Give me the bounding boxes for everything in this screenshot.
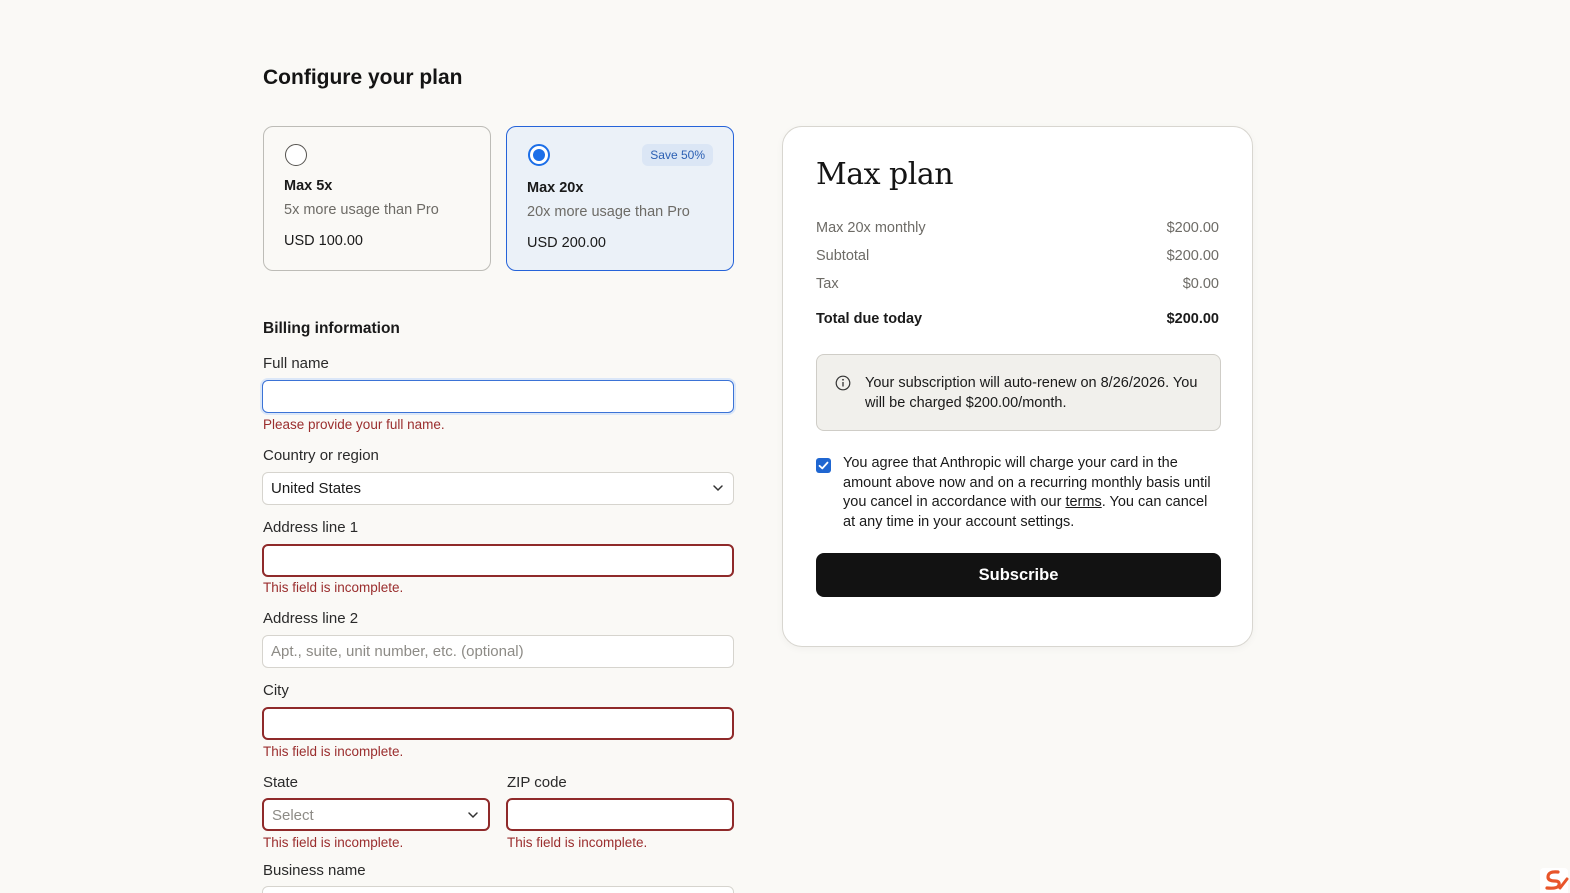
subscribe-button[interactable]: Subscribe — [816, 553, 1221, 597]
page-title: Configure your plan — [263, 66, 463, 89]
plan-price: USD 200.00 — [527, 235, 606, 251]
line-label: Tax — [816, 276, 839, 292]
state-select[interactable]: Select — [262, 798, 490, 831]
chevron-down-icon — [713, 485, 723, 492]
line-label: Subtotal — [816, 248, 870, 264]
city-label: City — [263, 682, 289, 699]
radio-selected-icon[interactable] — [528, 144, 550, 166]
radio-icon[interactable] — [285, 144, 307, 166]
business-name-input[interactable] — [262, 886, 734, 893]
summary-line: Subtotal $200.00 — [816, 248, 1219, 264]
app-logo-icon[interactable] — [1538, 866, 1570, 893]
info-icon — [835, 375, 851, 391]
address1-input[interactable] — [262, 544, 734, 577]
line-amount: $200.00 — [1166, 220, 1219, 236]
city-input[interactable] — [262, 707, 734, 740]
plan-option-max-5x[interactable]: Max 5x 5x more usage than Pro USD 100.00 — [263, 126, 491, 271]
country-value: United States — [271, 480, 362, 497]
zip-input[interactable] — [506, 798, 734, 831]
checkmark-icon — [818, 461, 829, 470]
plan-description: 5x more usage than Pro — [284, 202, 439, 218]
save-badge: Save 50% — [642, 144, 713, 166]
address2-label: Address line 2 — [263, 610, 359, 627]
renewal-notice-text: Your subscription will auto-renew on 8/2… — [865, 375, 1198, 411]
line-label: Max 20x monthly — [816, 220, 926, 236]
state-error: This field is incomplete. — [263, 835, 404, 850]
plan-description: 20x more usage than Pro — [527, 204, 690, 220]
address1-label: Address line 1 — [263, 519, 359, 536]
full-name-label: Full name — [263, 355, 329, 372]
state-label: State — [263, 774, 299, 791]
total-amount: $200.00 — [1166, 311, 1219, 327]
renewal-notice: Your subscription will auto-renew on 8/2… — [816, 354, 1221, 431]
summary-total: Total due today $200.00 — [816, 311, 1219, 327]
country-label: Country or region — [263, 447, 379, 464]
country-select[interactable]: United States — [262, 472, 734, 505]
zip-label: ZIP code — [507, 774, 567, 791]
billing-section-title: Billing information — [263, 320, 400, 337]
plan-price: USD 100.00 — [284, 233, 363, 249]
plan-option-max-20x[interactable]: Save 50% Max 20x 20x more usage than Pro… — [506, 126, 734, 271]
summary-title: Max plan — [816, 157, 954, 192]
agreement-checkbox[interactable] — [816, 458, 831, 473]
city-error: This field is incomplete. — [263, 744, 404, 759]
line-amount: $0.00 — [1182, 276, 1219, 292]
summary-line: Max 20x monthly $200.00 — [816, 220, 1219, 236]
plan-name: Max 5x — [284, 178, 333, 194]
line-amount: $200.00 — [1166, 248, 1219, 264]
order-summary-card: Max plan Max 20x monthly $200.00 Subtota… — [782, 126, 1253, 647]
zip-error: This field is incomplete. — [507, 835, 648, 850]
full-name-error: Please provide your full name. — [263, 417, 445, 432]
full-name-input[interactable] — [262, 380, 734, 413]
address2-placeholder: Apt., suite, unit number, etc. (optional… — [271, 643, 524, 660]
total-label: Total due today — [816, 311, 923, 327]
terms-link[interactable]: terms — [1065, 494, 1101, 510]
chevron-down-icon — [468, 812, 478, 819]
address2-input[interactable]: Apt., suite, unit number, etc. (optional… — [262, 635, 734, 668]
address1-error: This field is incomplete. — [263, 580, 404, 595]
plan-name: Max 20x — [527, 180, 584, 196]
agreement-text: You agree that Anthropic will charge you… — [843, 455, 1211, 530]
business-name-label: Business name — [263, 862, 366, 879]
summary-line: Tax $0.00 — [816, 276, 1219, 292]
state-placeholder: Select — [272, 807, 314, 824]
